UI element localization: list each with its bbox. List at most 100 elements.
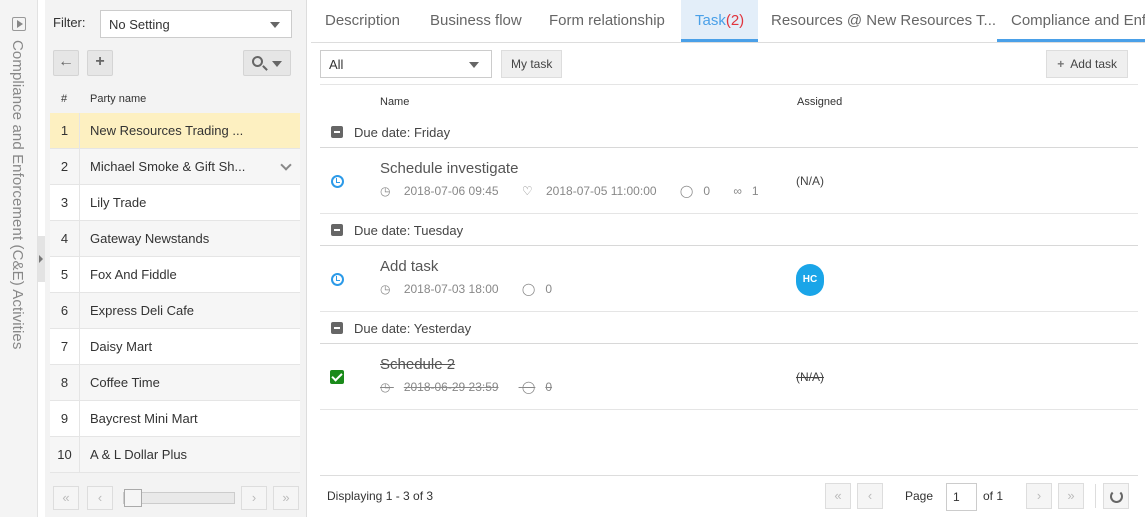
tab-label: Resources @ New Resources T... bbox=[771, 12, 997, 29]
first-page-button[interactable]: « bbox=[825, 483, 851, 509]
collapse-toggle[interactable] bbox=[38, 236, 45, 282]
party-row[interactable]: 8 Coffee Time bbox=[50, 365, 300, 401]
slider-thumb[interactable] bbox=[124, 489, 142, 507]
due-value: 2018-07-03 18:00 bbox=[403, 282, 499, 296]
party-row[interactable]: 10 A & L Dollar Plus bbox=[50, 437, 300, 473]
collapse-icon[interactable] bbox=[331, 224, 343, 236]
task-row[interactable]: Schedule 2 ◷ 2018-06-29 23:59 ◯ 0 (N/A) bbox=[320, 344, 1138, 410]
task-filter-value: All bbox=[329, 57, 344, 72]
divider bbox=[1095, 484, 1096, 508]
assigned-value: (N/A) bbox=[796, 174, 824, 188]
party-row[interactable]: 3 Lily Trade bbox=[50, 185, 300, 221]
party-row[interactable]: 1 New Resources Trading ... bbox=[50, 113, 300, 149]
next-page-button[interactable]: › bbox=[1026, 483, 1052, 509]
add-task-button[interactable]: + Add task bbox=[1046, 50, 1128, 78]
attachments: ∞ 1 bbox=[733, 184, 768, 198]
party-row[interactable]: 6 Express Deli Cafe bbox=[50, 293, 300, 329]
party-row[interactable]: 2 Michael Smoke & Gift Sh... bbox=[50, 149, 300, 185]
row-number: 9 bbox=[50, 401, 80, 436]
task-title[interactable]: Schedule 2 bbox=[380, 356, 455, 373]
avatar[interactable]: HC bbox=[796, 264, 824, 296]
reminder-value: 2018-07-05 11:00:00 bbox=[546, 184, 657, 198]
due-date: ◷ 2018-06-29 23:59 bbox=[380, 380, 509, 394]
task-grid: Name Assigned Due date: Friday Schedule … bbox=[320, 84, 1138, 410]
side-strip: Compliance and Enforcement (C&E) Activit… bbox=[0, 0, 38, 517]
add-task-label: Add task bbox=[1070, 57, 1117, 71]
task-row[interactable]: Schedule investigate ◷ 2018-07-06 09:45 … bbox=[320, 148, 1138, 214]
group-title: Due date: Tuesday bbox=[354, 223, 464, 238]
party-table-header: # Party name bbox=[50, 86, 300, 113]
row-number: 10 bbox=[50, 437, 80, 472]
page-input[interactable]: 1 bbox=[946, 483, 977, 511]
expand-panel-icon[interactable] bbox=[12, 17, 26, 31]
chevron-down-icon[interactable] bbox=[280, 159, 292, 171]
party-row[interactable]: 5 Fox And Fiddle bbox=[50, 257, 300, 293]
add-party-button[interactable]: + bbox=[87, 50, 113, 76]
page-label: Page bbox=[905, 489, 934, 503]
party-row[interactable]: 4 Gateway Newstands bbox=[50, 221, 300, 257]
my-task-button[interactable]: My task bbox=[501, 50, 563, 78]
first-page-button[interactable]: « bbox=[53, 486, 79, 510]
comment-icon: ◯ bbox=[521, 282, 536, 296]
prev-page-button[interactable]: ‹ bbox=[87, 486, 113, 510]
party-row[interactable]: 9 Baycrest Mini Mart bbox=[50, 401, 300, 437]
tab-task[interactable]: Task(2) bbox=[681, 0, 759, 42]
row-number: 7 bbox=[50, 329, 80, 364]
back-button[interactable]: ← bbox=[53, 50, 79, 76]
due-value: 2018-06-29 23:59 bbox=[403, 380, 499, 394]
search-button[interactable] bbox=[243, 50, 291, 76]
group-header[interactable]: Due date: Yesterday bbox=[320, 312, 1138, 344]
party-name: New Resources Trading ... bbox=[90, 123, 244, 138]
party-name: Daisy Mart bbox=[90, 339, 153, 354]
row-number: 2 bbox=[50, 149, 80, 184]
task-title[interactable]: Add task bbox=[380, 258, 438, 275]
group-header[interactable]: Due date: Friday bbox=[320, 116, 1138, 148]
party-row[interactable]: 7 Daisy Mart bbox=[50, 329, 300, 365]
tab-description[interactable]: Description bbox=[311, 0, 414, 42]
col-party-name: Party name bbox=[90, 93, 147, 105]
assigned-value: (N/A) bbox=[796, 370, 824, 384]
last-page-button[interactable]: » bbox=[273, 486, 299, 510]
collapse-icon[interactable] bbox=[331, 322, 343, 334]
refresh-button[interactable] bbox=[1103, 483, 1129, 509]
comment-count: 0 bbox=[545, 282, 553, 296]
task-title[interactable]: Schedule investigate bbox=[380, 160, 518, 177]
task-filter-select[interactable]: All bbox=[320, 50, 492, 78]
comment-icon: ◯ bbox=[521, 380, 536, 394]
task-row[interactable]: Add task ◷ 2018-07-03 18:00 ◯ 0 HC bbox=[320, 246, 1138, 312]
prev-page-button[interactable]: ‹ bbox=[857, 483, 883, 509]
row-number: 6 bbox=[50, 293, 80, 328]
paperclip-icon: ∞ bbox=[733, 184, 742, 198]
group-header[interactable]: Due date: Tuesday bbox=[320, 214, 1138, 246]
page-slider[interactable] bbox=[123, 489, 235, 507]
tab-resources[interactable]: Resources @ New Resources T... bbox=[757, 0, 1010, 42]
party-name: Fox And Fiddle bbox=[90, 267, 177, 282]
chevron-down-icon bbox=[270, 22, 280, 28]
due-date: ◷ 2018-07-03 18:00 bbox=[380, 282, 509, 296]
tab-label: Compliance and Enfo bbox=[1011, 12, 1145, 29]
party-name: Coffee Time bbox=[90, 375, 160, 390]
tab-compliance[interactable]: Compliance and Enfo bbox=[997, 0, 1145, 42]
check-icon[interactable] bbox=[330, 370, 344, 384]
collapse-icon[interactable] bbox=[331, 126, 343, 138]
last-page-button[interactable]: » bbox=[1058, 483, 1084, 509]
comment-count: 0 bbox=[545, 380, 553, 394]
reminder: ♡ 2018-07-05 11:00:00 bbox=[522, 184, 667, 198]
col-assigned: Assigned bbox=[797, 96, 843, 108]
tab-label: Business flow bbox=[430, 12, 522, 29]
col-number: # bbox=[61, 93, 68, 105]
tab-business-flow[interactable]: Business flow bbox=[416, 0, 536, 42]
party-name: Michael Smoke & Gift Sh... bbox=[90, 159, 246, 174]
tab-form-relationship[interactable]: Form relationship bbox=[535, 0, 679, 42]
clock-icon bbox=[331, 175, 344, 188]
displaying-count: Displaying 1 - 3 of 3 bbox=[327, 489, 434, 503]
bell-icon: ♡ bbox=[521, 184, 536, 198]
row-number: 8 bbox=[50, 365, 80, 400]
comment-count: 0 bbox=[703, 184, 711, 198]
filter-select[interactable]: No Setting bbox=[100, 10, 292, 38]
row-number: 1 bbox=[50, 113, 80, 148]
attachment-count: 1 bbox=[751, 184, 759, 198]
next-page-button[interactable]: › bbox=[241, 486, 267, 510]
comments: ◯ 0 bbox=[680, 184, 720, 198]
tab-bar: Description Business flow Form relations… bbox=[311, 0, 1145, 43]
